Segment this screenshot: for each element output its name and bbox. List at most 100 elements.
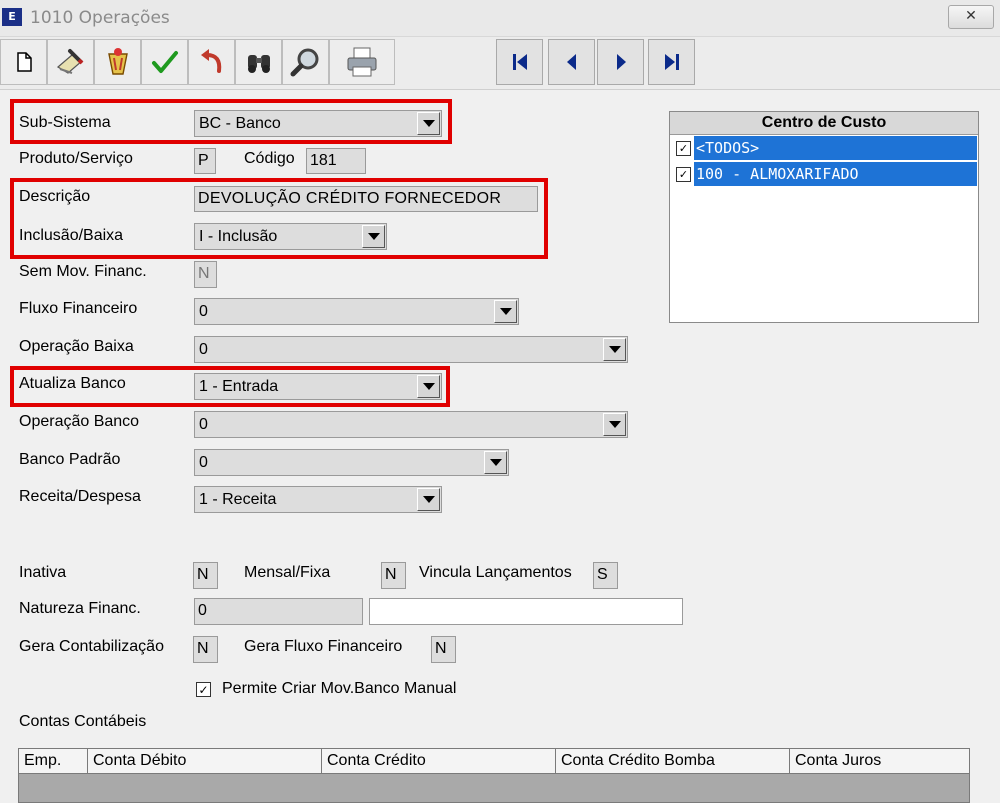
search-binoculars-icon (247, 55, 270, 73)
confirm-button[interactable] (141, 39, 188, 85)
column-header-conta-juros[interactable]: Conta Juros (790, 749, 969, 773)
fluxo-financeiro-select[interactable]: 0 (194, 298, 519, 325)
gera-contabilizacao-label: Gera Contabilização (19, 638, 164, 655)
atualiza-banco-value: 1 - Entrada (199, 378, 279, 395)
operacao-baixa-value: 0 (199, 341, 208, 358)
delete-button[interactable] (94, 39, 141, 85)
inclusao-baixa-label: Inclusão/Baixa (19, 227, 124, 244)
column-header-emp[interactable]: Emp. (19, 749, 88, 773)
mensal-fixa-label: Mensal/Fixa (244, 564, 331, 581)
list-item[interactable]: ✓ <TODOS> (670, 136, 978, 161)
descricao-label: Descrição (19, 188, 91, 205)
inativa-label: Inativa (19, 564, 67, 581)
first-record-icon (512, 54, 527, 70)
banco-padrao-value: 0 (199, 454, 208, 471)
column-header-conta-credito[interactable]: Conta Crédito (322, 749, 556, 773)
print-button[interactable] (329, 39, 395, 85)
magnifier-icon (290, 48, 318, 77)
fluxo-financeiro-label: Fluxo Financeiro (19, 300, 138, 317)
list-item[interactable]: ✓ 100 - ALMOXARIFADO (670, 162, 978, 187)
chevron-down-icon[interactable] (494, 300, 517, 323)
operacao-baixa-label: Operação Baixa (19, 338, 134, 355)
receita-despesa-select[interactable]: 1 - Receita (194, 486, 442, 513)
grid-header: Emp. Conta Débito Conta Crédito Conta Cr… (19, 749, 969, 774)
edit-button[interactable] (47, 39, 94, 85)
sub-sistema-value: BC - Banco (199, 115, 281, 132)
undo-icon (200, 49, 221, 73)
centro-item-label: <TODOS> (694, 136, 977, 160)
codigo-label: Código (244, 150, 295, 167)
chevron-down-icon[interactable] (484, 451, 507, 474)
gera-fluxo-financeiro-field[interactable]: N (431, 636, 456, 663)
contas-contabeis-label: Contas Contábeis (19, 713, 147, 730)
new-document-icon (16, 52, 32, 72)
operacao-banco-value: 0 (199, 416, 208, 433)
chevron-down-icon[interactable] (603, 413, 626, 436)
next-record-button[interactable] (597, 39, 644, 85)
permite-criar-mov-checkbox[interactable]: ✓ (196, 682, 211, 697)
atualiza-banco-label: Atualiza Banco (19, 375, 126, 392)
permite-criar-mov-label: Permite Criar Mov.Banco Manual (222, 680, 457, 697)
previous-record-button[interactable] (548, 39, 595, 85)
delete-icon (107, 48, 128, 75)
print-icon (347, 47, 377, 77)
first-record-button[interactable] (496, 39, 543, 85)
produto-servico-label: Produto/Serviço (19, 150, 133, 167)
previous-record-icon (566, 54, 576, 70)
natureza-financ-description-field[interactable] (369, 598, 683, 625)
fluxo-financeiro-value: 0 (199, 303, 208, 320)
operacao-banco-label: Operação Banco (19, 413, 140, 430)
last-record-button[interactable] (648, 39, 695, 85)
sub-sistema-select[interactable]: BC - Banco (194, 110, 442, 137)
vincula-lancamentos-field[interactable]: S (593, 562, 618, 589)
inclusao-baixa-value: I - Inclusão (199, 228, 278, 245)
column-header-conta-debito[interactable]: Conta Débito (88, 749, 322, 773)
codigo-field[interactable]: 181 (306, 148, 366, 174)
next-record-icon (616, 54, 626, 70)
inclusao-baixa-select[interactable]: I - Inclusão (194, 223, 387, 250)
new-document-button[interactable] (0, 39, 47, 85)
chevron-down-icon[interactable] (417, 488, 440, 511)
mensal-fixa-field[interactable]: N (381, 562, 406, 589)
contas-contabeis-grid[interactable]: Emp. Conta Débito Conta Crédito Conta Cr… (18, 748, 970, 803)
natureza-financ-label: Natureza Financ. (19, 600, 141, 617)
banco-padrao-label: Banco Padrão (19, 451, 121, 468)
operacao-banco-select[interactable]: 0 (194, 411, 628, 438)
confirm-check-icon (151, 51, 178, 73)
find-button[interactable] (235, 39, 282, 85)
produto-servico-field[interactable]: P (194, 148, 216, 174)
sem-mov-financ-label: Sem Mov. Financ. (19, 263, 147, 280)
receita-despesa-label: Receita/Despesa (19, 488, 141, 505)
chevron-down-icon[interactable] (417, 112, 440, 135)
column-header-conta-credito-bomba[interactable]: Conta Crédito Bomba (556, 749, 790, 773)
title-bar: E 1010 Operações ✕ (0, 0, 1000, 37)
chevron-down-icon[interactable] (603, 338, 626, 361)
centro-checkbox[interactable]: ✓ (676, 141, 691, 156)
centro-item-label: 100 - ALMOXARIFADO (694, 162, 977, 186)
window-title: 1010 Operações (30, 8, 170, 28)
operacao-baixa-select[interactable]: 0 (194, 336, 628, 363)
chevron-down-icon[interactable] (362, 225, 385, 248)
close-button[interactable]: ✕ (948, 5, 994, 29)
inativa-field[interactable]: N (193, 562, 218, 589)
last-record-icon (664, 54, 679, 70)
natureza-financ-code-field[interactable]: 0 (194, 598, 363, 625)
sem-mov-financ-field[interactable]: N (194, 261, 217, 288)
app-logo-icon: E (2, 8, 22, 26)
atualiza-banco-select[interactable]: 1 - Entrada (194, 373, 442, 400)
banco-padrao-select[interactable]: 0 (194, 449, 509, 476)
centro-de-custo-panel: Centro de Custo ✓ <TODOS> ✓ 100 - ALMOXA… (669, 111, 979, 323)
centro-checkbox[interactable]: ✓ (676, 167, 691, 182)
sub-sistema-label: Sub-Sistema (19, 114, 111, 131)
vincula-lancamentos-label: Vincula Lançamentos (419, 564, 572, 581)
chevron-down-icon[interactable] (417, 375, 440, 398)
toolbar (0, 37, 1000, 90)
zoom-button[interactable] (282, 39, 329, 85)
descricao-field[interactable]: DEVOLUÇÃO CRÉDITO FORNECEDOR (194, 186, 538, 212)
edit-icon (56, 49, 83, 74)
gera-fluxo-financeiro-label: Gera Fluxo Financeiro (244, 638, 403, 655)
receita-despesa-value: 1 - Receita (199, 491, 277, 508)
centro-de-custo-title: Centro de Custo (670, 112, 978, 135)
undo-button[interactable] (188, 39, 235, 85)
gera-contabilizacao-field[interactable]: N (193, 636, 218, 663)
